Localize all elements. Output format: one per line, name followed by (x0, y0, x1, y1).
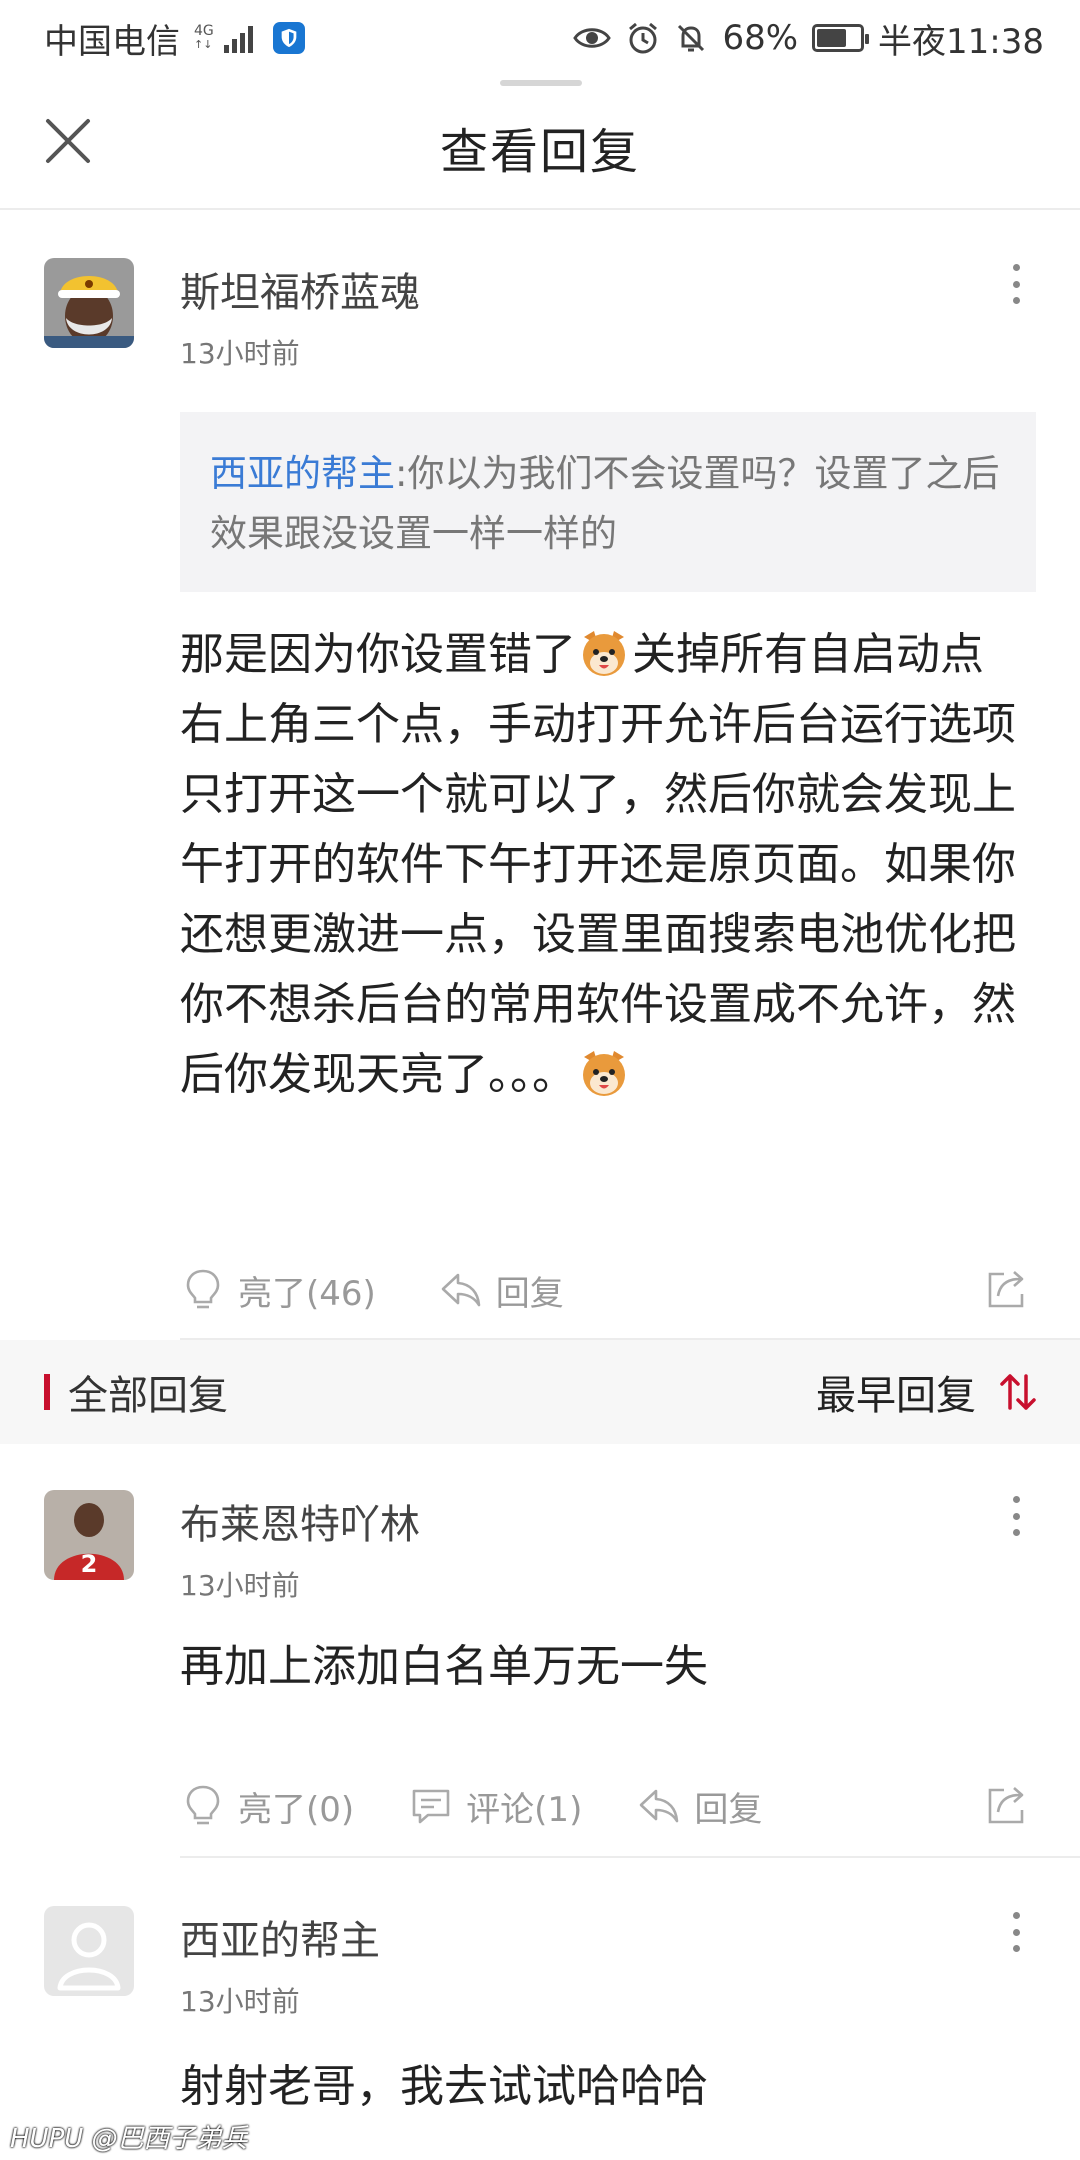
reply-arrow-icon (640, 1789, 679, 1823)
reply-actions: 亮了(0) 评论(1) 回复 (180, 1778, 762, 1834)
section-marker (44, 1374, 50, 1410)
username[interactable]: 布莱恩特吖林 (180, 1492, 420, 1550)
reply-button[interactable]: 回复 (438, 1266, 564, 1315)
reply-detail-page: 中国电信 4G ↑↓ 68% 半夜11:38 查看回复 斯坦福桥蓝魂 13小时前… (0, 0, 1080, 2160)
section-title: 全部回复 (68, 1373, 228, 1419)
reply-button[interactable]: 回复 (636, 1782, 762, 1831)
signal-icon (223, 23, 253, 53)
section-header: 全部回复 最早回复 (0, 1340, 1080, 1444)
username[interactable]: 西亚的帮主 (180, 1908, 380, 1966)
avatar[interactable]: 2 (44, 1490, 134, 1580)
comment-body: 那是因为你设置错了 关掉所有自启动点右上角三个点，手动打开允许后台运行选项只打开… (180, 620, 1020, 1110)
like-button[interactable]: 亮了(0) (180, 1782, 354, 1831)
like-label: 亮了(0) (238, 1789, 355, 1830)
reply-label: 回复 (694, 1789, 763, 1830)
shield-app-icon (272, 22, 305, 54)
reply-body: 射射老哥，我去试试哈哈哈 (180, 2061, 708, 2112)
share-icon[interactable] (984, 1780, 1032, 1828)
comment-actions: 亮了(46) 回复 (180, 1262, 564, 1318)
avatar[interactable] (44, 1906, 134, 1996)
reply-body: 再加上添加白名单万无一失 (180, 1641, 708, 1692)
more-options-icon[interactable] (1010, 264, 1022, 304)
comment-text-part2: 关掉所有自启动点右上角三个点，手动打开允许后台运行选项只打开这一个就可以了，然后… (180, 629, 1016, 1100)
page-title: 查看回复 (439, 124, 640, 180)
carrier-label: 中国电信 (44, 21, 180, 62)
watermark: HUPU @巴西子弟兵 (10, 2124, 248, 2154)
status-right: 68% 半夜11:38 (572, 14, 1044, 63)
eye-icon (573, 28, 612, 48)
reply-arrow-icon (441, 1273, 481, 1307)
lightbulb-icon (186, 1785, 220, 1825)
drag-handle[interactable] (500, 80, 582, 86)
status-left: 中国电信 4G ↑↓ (44, 14, 305, 63)
battery-icon (812, 24, 870, 52)
avatar[interactable] (44, 258, 134, 348)
lightbulb-icon (186, 1269, 220, 1309)
timestamp: 13小时前 (180, 337, 300, 370)
quote-author[interactable]: 西亚的帮主 (210, 452, 395, 495)
more-options-icon[interactable] (1010, 1496, 1022, 1536)
divider (180, 1856, 1080, 1858)
mute-icon (678, 24, 705, 52)
comment-text-part1: 那是因为你设置错了 (180, 629, 576, 680)
more-options-icon[interactable] (1010, 1912, 1022, 1952)
timestamp: 13小时前 (180, 1985, 300, 2018)
timestamp: 13小时前 (180, 1569, 300, 1602)
dog-emoji-icon (583, 631, 625, 676)
status-bar: 中国电信 4G ↑↓ 68% 半夜11:38 (0, 0, 1080, 76)
alarm-icon (629, 22, 658, 54)
username[interactable]: 斯坦福桥蓝魂 (180, 260, 420, 318)
reply-label: 回复 (495, 1273, 564, 1314)
quoted-comment[interactable]: 西亚的帮主:你以为我们不会设置吗？设置了之后效果跟没设置一样一样的 (180, 412, 1036, 592)
network-type: 4G ↑↓ (194, 23, 214, 51)
comment-button[interactable]: 评论(1) (408, 1782, 582, 1831)
svg-text:2: 2 (81, 1550, 98, 1578)
battery-percent: 68% (722, 18, 799, 58)
share-icon[interactable] (984, 1264, 1032, 1312)
header: 查看回复 (0, 88, 1080, 210)
dog-emoji-icon (583, 1051, 625, 1096)
comment-label: 评论(1) (466, 1789, 583, 1830)
comment-bubble-icon (412, 1789, 450, 1824)
like-button[interactable]: 亮了(46) (180, 1266, 376, 1315)
like-label: 亮了(46) (238, 1273, 376, 1314)
sort-toggle-label[interactable]: 最早回复 (816, 1363, 976, 1421)
clock: 半夜11:38 (878, 21, 1044, 62)
sort-icon[interactable] (996, 1370, 1040, 1414)
